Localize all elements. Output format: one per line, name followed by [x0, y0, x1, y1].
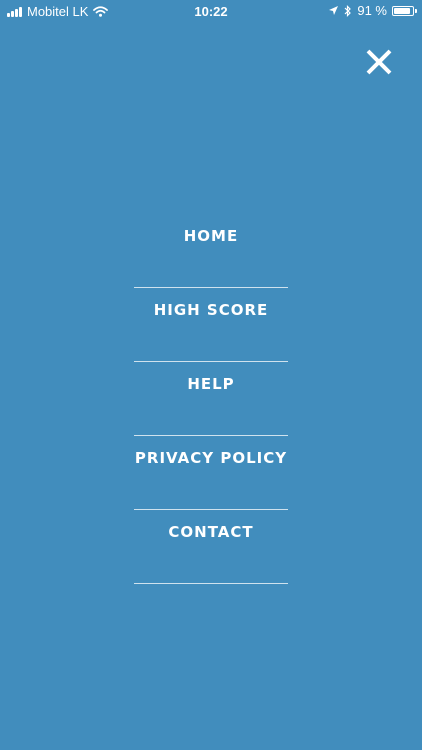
menu-item-help[interactable]: HELP — [134, 362, 288, 436]
menu-item-label: HIGH SCORE — [153, 301, 269, 319]
close-button[interactable] — [363, 46, 395, 78]
status-bar-right: 91 % — [328, 3, 417, 18]
menu-item-high-score[interactable]: HIGH SCORE — [134, 288, 288, 362]
bluetooth-icon — [344, 4, 352, 17]
battery-icon — [392, 5, 417, 16]
menu-item-label: PRIVACY POLICY — [134, 449, 288, 467]
menu-item-label: CONTACT — [168, 523, 254, 541]
menu-item-label: HOME — [183, 227, 239, 245]
menu-item-contact[interactable]: CONTACT — [134, 510, 288, 584]
location-arrow-icon — [329, 6, 339, 15]
status-bar: Mobitel LK 10:22 91 % — [0, 0, 422, 24]
battery-percentage: 91 % — [357, 3, 387, 18]
battery-level-fill — [394, 7, 411, 14]
menu-item-home[interactable]: HOME — [134, 214, 288, 288]
close-icon — [366, 49, 392, 75]
menu-item-privacy-policy[interactable]: PRIVACY POLICY — [134, 436, 288, 510]
navigation-menu: HOME HIGH SCORE HELP PRIVACY POLICY CONT… — [134, 214, 288, 584]
menu-item-label: HELP — [187, 375, 235, 393]
